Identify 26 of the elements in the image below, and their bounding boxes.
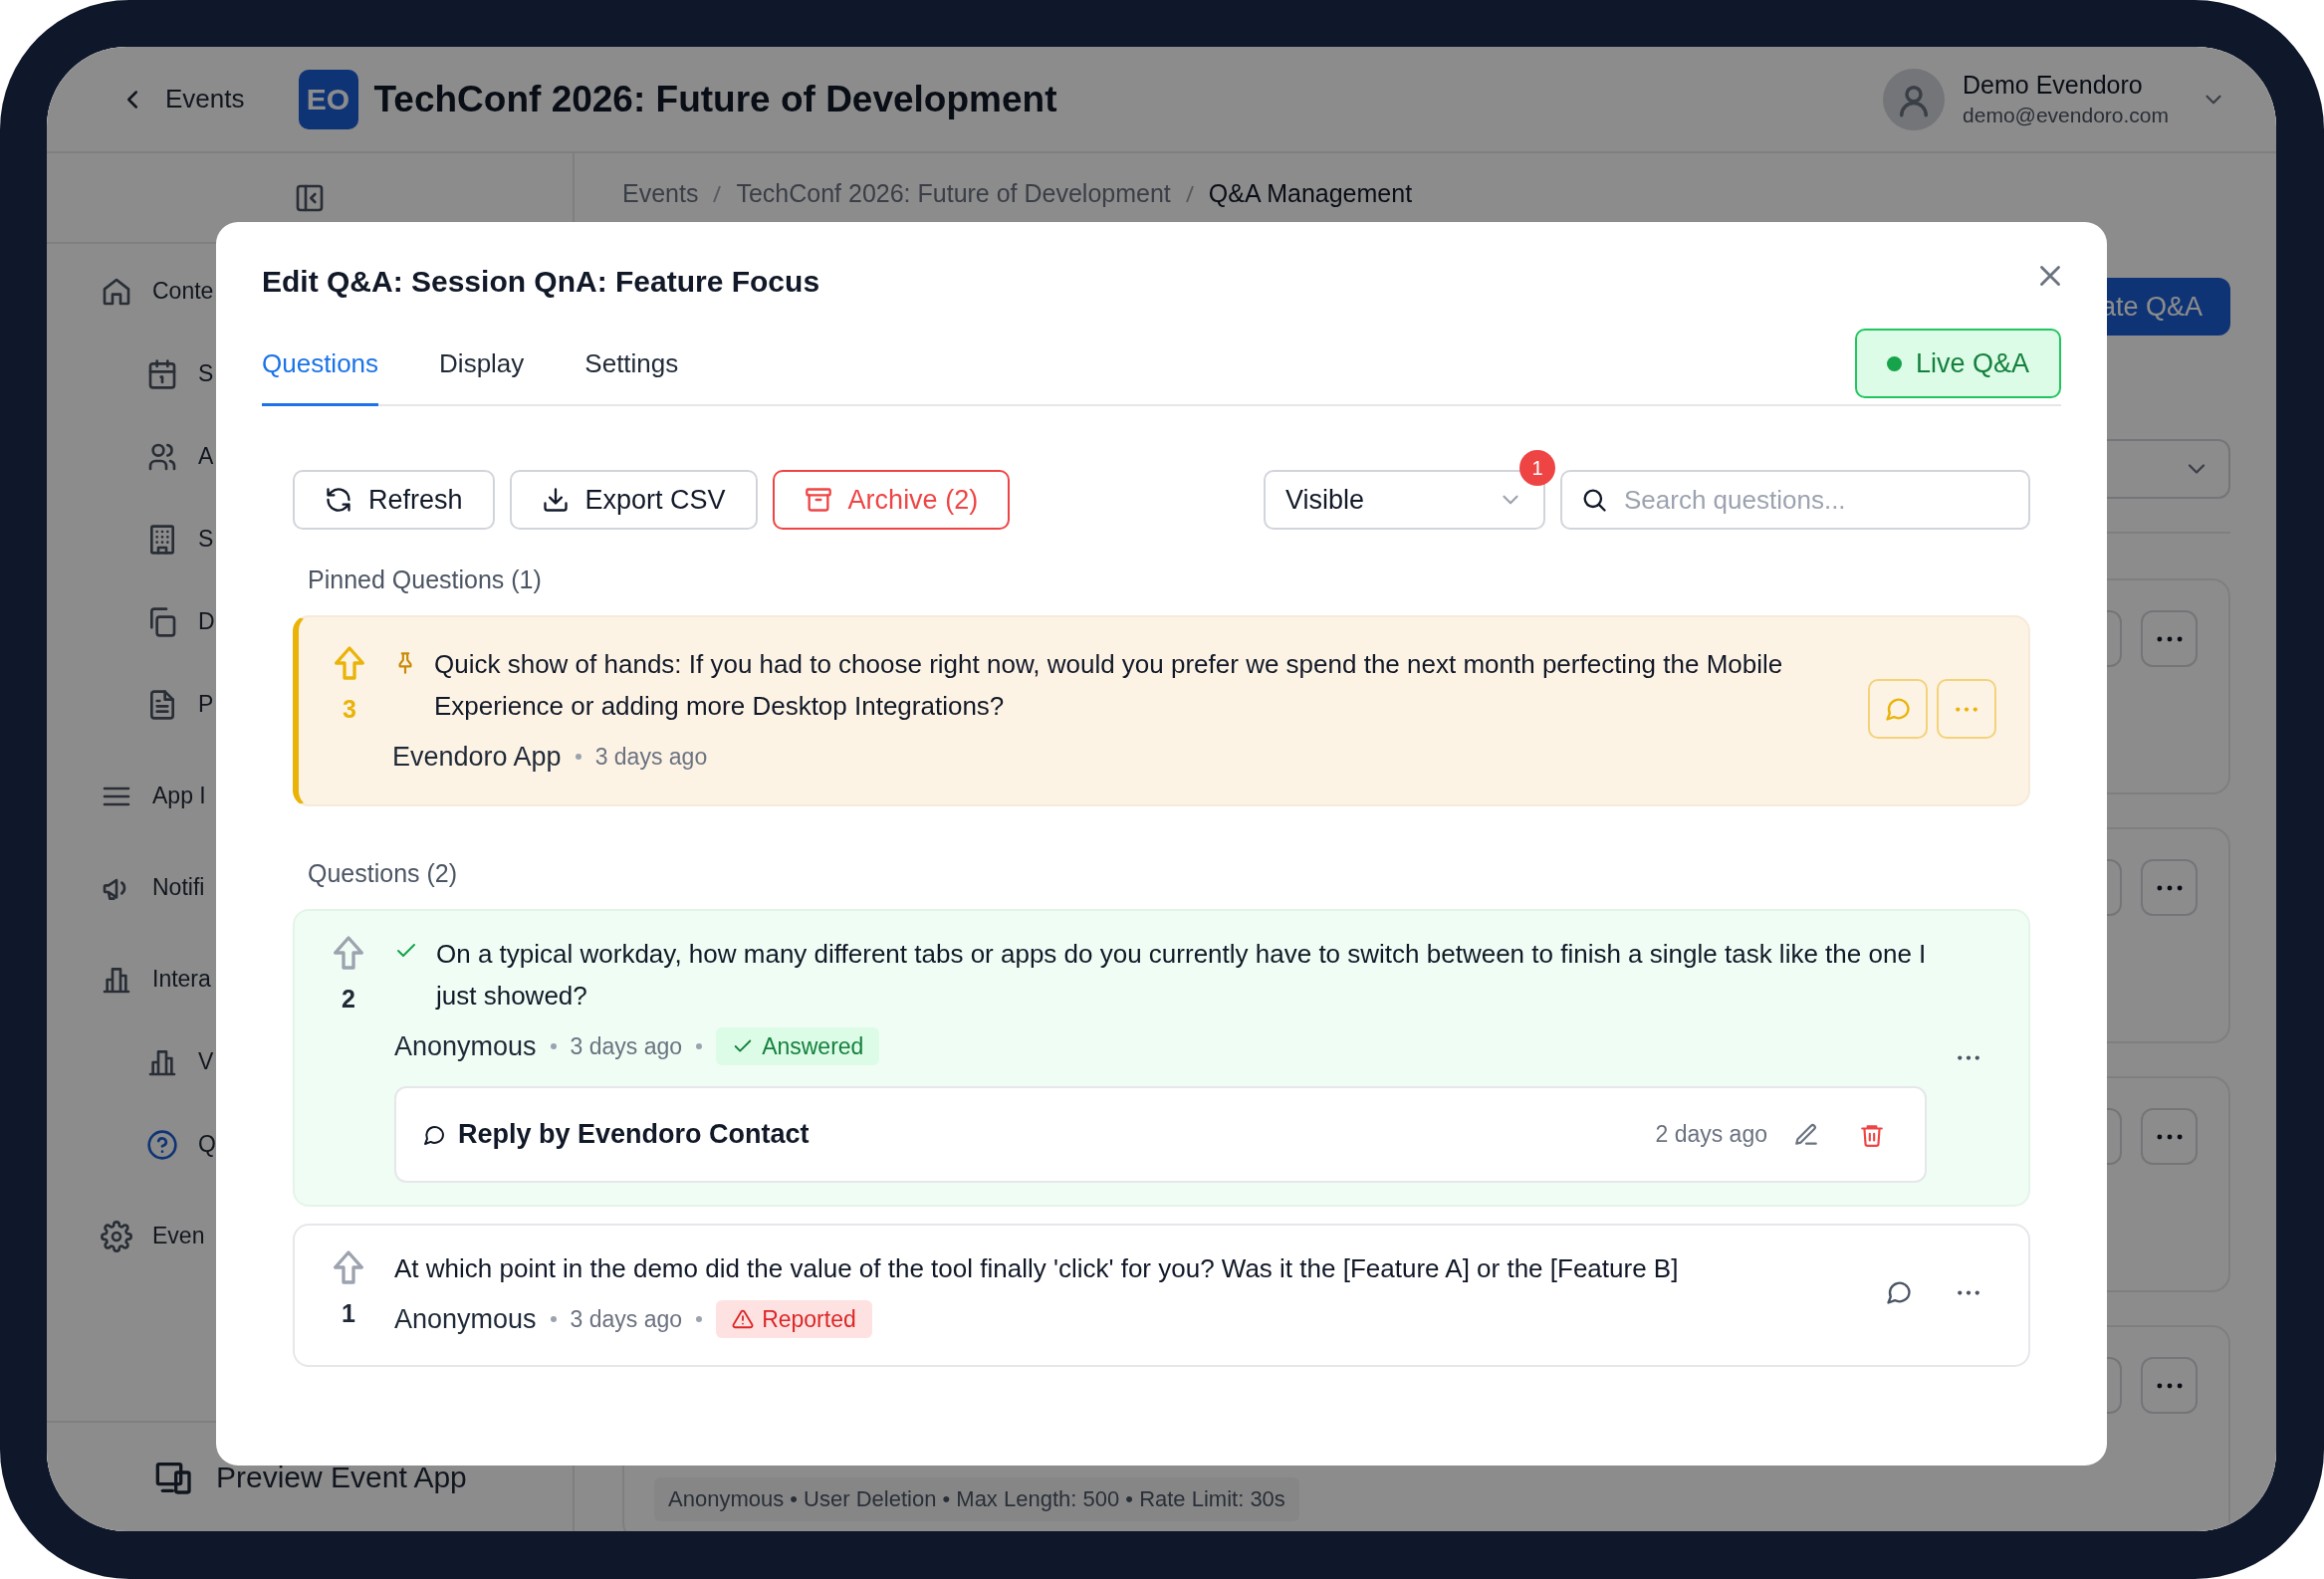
timestamp: 3 days ago <box>570 1305 683 1333</box>
settings-summary: Anonymous • User Deletion • Max Length: 500 • Rate Limit: 30s <box>654 1477 1299 1521</box>
section-heading: Pinned Questions (1) <box>307 564 543 594</box>
vote-count: 1 <box>342 1299 355 1328</box>
question-text: Quick show of hands: If you had to choose right now, would you prefer we spend the next month perfecting the Mobile Experience or adding more Desktop Integrations? <box>434 648 1784 723</box>
breadcrumb-item: Q&A Management <box>1208 179 1413 208</box>
count-badge: 1 <box>1519 450 1555 486</box>
app-logo: EO <box>298 69 358 129</box>
vote-count: 2 <box>342 985 355 1014</box>
reply-title: Reply by Evendoro Contact <box>458 1119 810 1150</box>
question-text: On a typical workday, how many different tabs or apps do you currently have to switch between to finish a single task like the one I just showed? <box>436 938 1927 1013</box>
timestamp: 3 days ago <box>594 743 708 771</box>
user-name: Demo Evendoro <box>1963 71 2144 100</box>
section-heading: Questions (2) <box>307 858 459 888</box>
author-name: Anonymous <box>394 1030 537 1062</box>
author-name: Anonymous <box>394 1303 537 1335</box>
status-badge: Reported <box>716 1300 872 1338</box>
reply-time: 2 days ago <box>1655 1121 1767 1148</box>
page-title: TechConf 2026: Future of Development <box>373 78 1057 120</box>
vote-count: 3 <box>343 695 356 724</box>
timestamp: 3 days ago <box>570 1032 683 1060</box>
user-email: demo@evendoro.com <box>1963 104 2169 127</box>
status-badge: Answered <box>716 1027 880 1065</box>
question-text: At which point in the demo did the value of the tool finally 'click' for you? Was it the [Feature A] or the [Feature B] <box>394 1252 1679 1285</box>
dialog-title: Edit Q&A: Session QnA: Feature Focus <box>262 264 820 300</box>
author-name: Evendoro App <box>392 741 562 773</box>
